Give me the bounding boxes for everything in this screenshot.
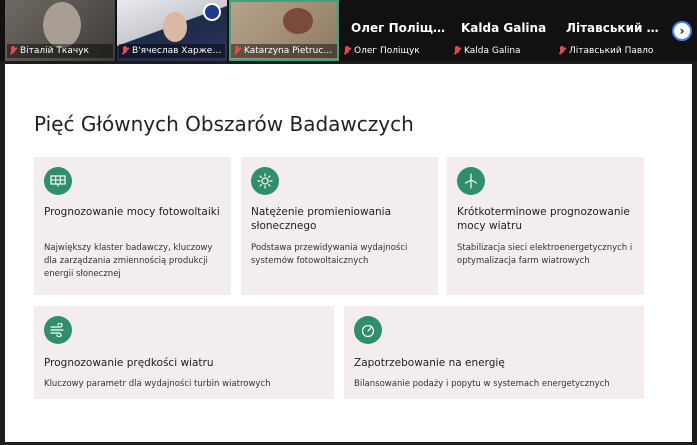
participant-display-name: Kalda Galina	[461, 21, 547, 35]
participant-video	[283, 8, 313, 34]
mic-muted-icon	[343, 46, 351, 56]
card-title: Prognozowanie prędkości wiatru	[44, 357, 214, 369]
mic-muted-icon	[453, 46, 461, 56]
participant-name: Віталій Ткачук	[20, 46, 89, 56]
card-title: Natężenie promieniowania słonecznego	[251, 206, 392, 232]
card-title: Zapotrzebowanie na energię	[354, 357, 505, 369]
participant-video	[43, 2, 81, 48]
research-area-card: Krótkoterminowe prognozowanie mocy wiatr…	[447, 157, 644, 295]
card-description: Bilansowanie podaży i popytu w systemach…	[354, 379, 610, 389]
participant-label: Літавський Павло	[558, 44, 669, 58]
shared-slide: Pięć Głównych Obszarów Badawczych Progno…	[5, 64, 692, 442]
participant-tile[interactable]: Олег Поліщук Олег Поліщук	[341, 0, 451, 61]
participant-label: Katarzyna Pietrucha-Urba...	[231, 44, 337, 58]
participant-tile[interactable]: Віталій Ткачук	[5, 0, 115, 61]
participant-label: В'ячеслав Харжевський	[119, 44, 225, 58]
card-description: Stabilizacja sieci elektroenergetycznych…	[457, 243, 633, 266]
sun-icon	[251, 167, 279, 195]
card-description: Kluczowy parametr dla wydajności turbin …	[44, 379, 271, 389]
card-description: Największy klaster badawczy, kluczowy dl…	[44, 243, 213, 279]
research-area-card: Prognozowanie mocy fotowoltaiki Najwięks…	[34, 157, 231, 295]
slide-title: Pięć Głównych Obszarów Badawczych	[34, 112, 414, 136]
emblem-icon	[203, 3, 221, 21]
chevron-right-icon: ›	[679, 24, 685, 38]
participant-label: Kalda Galina	[453, 44, 559, 58]
participant-display-name: Літавський Пав...	[566, 21, 667, 35]
card-title: Krótkoterminowe prognozowanie mocy wiatr…	[457, 206, 630, 232]
participant-label: Віталій Ткачук	[7, 44, 113, 58]
participant-name: В'ячеслав Харжевський	[132, 46, 223, 56]
participant-tile[interactable]: Літавський Пав... Літавський Павло	[556, 0, 671, 61]
mic-muted-icon	[233, 46, 241, 56]
participant-name: Katarzyna Pietrucha-Urba...	[244, 46, 335, 56]
participant-name: Літавський Павло	[569, 46, 654, 56]
mic-muted-icon	[558, 46, 566, 56]
card-title: Prognozowanie mocy fotowoltaiki	[44, 206, 220, 218]
gauge-icon	[354, 316, 382, 344]
participant-tile[interactable]: Katarzyna Pietrucha-Urba...	[229, 0, 339, 61]
card-description: Podstawa przewidywania wydajności system…	[251, 243, 408, 266]
participant-label: Олег Поліщук	[343, 44, 449, 58]
mic-muted-icon	[9, 46, 17, 56]
mic-muted-icon	[121, 46, 129, 56]
research-area-card: Zapotrzebowanie na energię Bilansowanie …	[344, 306, 644, 399]
wind-icon	[44, 316, 72, 344]
solar-panel-icon	[44, 167, 72, 195]
next-participants-button[interactable]: ›	[672, 21, 692, 41]
participant-display-name: Олег Поліщук	[351, 21, 447, 35]
research-area-card: Natężenie promieniowania słonecznego Pod…	[241, 157, 438, 295]
participant-video	[163, 12, 187, 42]
participant-name: Олег Поліщук	[354, 46, 420, 56]
research-area-card: Prognozowanie prędkości wiatru Kluczowy …	[34, 306, 334, 399]
participant-tile[interactable]: Kalda Galina Kalda Galina	[451, 0, 561, 61]
wind-turbine-icon	[457, 167, 485, 195]
participant-strip: Віталій Ткачук В'ячеслав Харжевський Kat…	[0, 0, 697, 61]
participant-name: Kalda Galina	[464, 46, 521, 56]
participant-tile[interactable]: В'ячеслав Харжевський	[117, 0, 227, 61]
